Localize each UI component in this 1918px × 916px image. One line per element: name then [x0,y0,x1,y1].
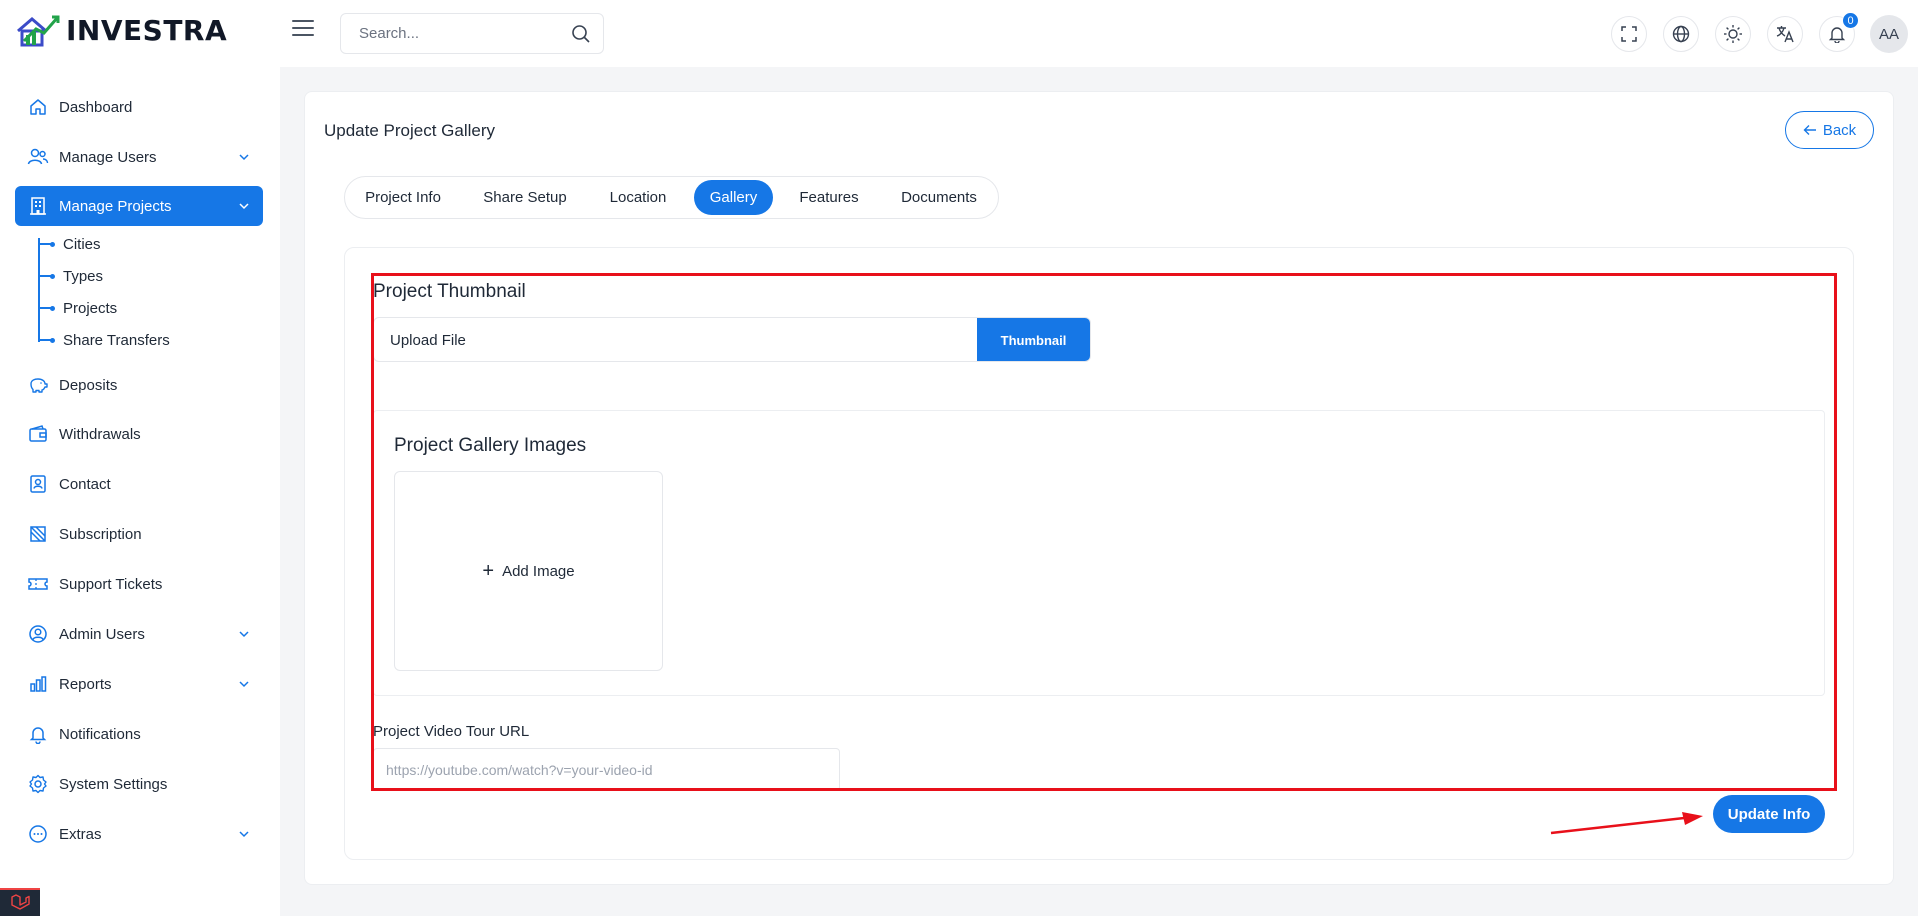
sidebar-item-label: Support Tickets [59,575,163,593]
back-button-label: Back [1822,121,1857,139]
sidebar-item-label: Reports [59,675,112,693]
user-avatar[interactable]: AA [1870,15,1908,53]
tab-features[interactable]: Features [787,180,871,215]
sidebar-item-dashboard[interactable]: Dashboard [15,87,263,127]
gallery-section-title: Project Gallery Images [394,435,587,456]
sidebar-item-label: Notifications [59,725,141,743]
sidebar-item-contact[interactable]: Contact [15,464,263,504]
add-image-button[interactable]: + Add Image [394,471,663,671]
search-box [340,13,604,54]
translate-button[interactable] [1767,16,1803,52]
thumbnail-section-title: Project Thumbnail [373,281,526,302]
sidebar-item-label: Manage Users [59,148,157,166]
sun-icon [1724,25,1742,43]
sidebar-subitem-types[interactable]: Types [38,266,103,286]
add-image-label: Add Image [502,562,575,580]
sidebar-item-reports[interactable]: Reports [15,664,263,704]
sidebar-subitem-share-transfers[interactable]: Share Transfers [38,330,170,350]
sidebar-item-label: System Settings [59,775,168,793]
tab-documents[interactable]: Documents [887,180,991,215]
fullscreen-button[interactable] [1611,16,1647,52]
home-icon [27,96,49,118]
sidebar-item-manage-projects[interactable]: Manage Projects [15,186,263,226]
sidebar-item-extras[interactable]: Extras [15,814,263,854]
piggy-bank-icon [27,374,49,396]
chevron-down-icon [239,831,249,838]
sidebar-item-notifications[interactable]: Notifications [15,714,263,754]
brand-name: INVESTRA [66,14,228,47]
tab-gallery[interactable]: Gallery [694,180,773,215]
sidebar-item-manage-users[interactable]: Manage Users [15,137,263,177]
sidebar-item-withdrawals[interactable]: Withdrawals [15,414,263,454]
theme-toggle-button[interactable] [1715,16,1751,52]
sidebar-subitem-label: Types [63,267,104,285]
bell-icon [27,723,49,745]
subscription-icon [27,523,49,545]
thumbnail-upload-button[interactable]: Thumbnail [977,318,1090,361]
brand-logo[interactable]: INVESTRA [16,14,227,47]
top-header: INVESTRA Search... 0 AA [0,0,1918,67]
update-info-button[interactable]: Update Info [1713,795,1825,833]
page-title: Update Project Gallery [324,121,496,140]
sidebar-item-label: Deposits [59,376,118,394]
gear-icon [27,773,49,795]
ticket-icon [27,573,49,595]
sidebar-subitem-label: Cities [63,235,101,253]
video-url-input[interactable] [373,748,840,791]
tab-share-setup[interactable]: Share Setup [469,180,581,215]
chevron-down-icon [239,681,249,688]
sidebar-item-label: Contact [59,475,111,493]
video-url-label: Project Video Tour URL [373,723,530,740]
sidebar-item-label: Extras [59,825,102,843]
arrow-left-icon [1803,125,1816,135]
debugbar-toggle[interactable] [0,888,40,916]
sidebar-item-label: Manage Projects [59,197,172,215]
annotation-arrow-icon [1550,812,1703,835]
laravel-icon [11,894,30,910]
chevron-down-icon [239,631,249,638]
globe-icon [1672,25,1690,43]
sidebar-subitem-projects[interactable]: Projects [38,298,117,318]
logo-icon [17,15,60,46]
building-icon [27,195,49,217]
users-icon [27,146,49,168]
plus-icon: + [482,559,495,582]
sidebar-item-label: Withdrawals [59,425,141,443]
sidebar-subitem-label: Projects [63,299,118,317]
admin-user-icon [27,623,49,645]
thumbnail-file-input[interactable]: Upload File Thumbnail [373,317,1091,362]
chart-icon [27,673,49,695]
chevron-down-icon [239,154,249,161]
language-button[interactable] [1663,16,1699,52]
bell-icon [1828,27,1846,43]
sidebar-subitem-label: Share Transfers [63,331,170,349]
notification-count-badge: 0 [1842,12,1859,29]
wallet-icon [27,423,49,445]
contact-icon [27,473,49,495]
sidebar-item-system-settings[interactable]: System Settings [15,764,263,804]
menu-toggle-icon[interactable] [292,20,314,38]
tab-location[interactable]: Location [596,180,680,215]
sidebar-item-support-tickets[interactable]: Support Tickets [15,564,263,604]
tab-project-info[interactable]: Project Info [350,180,456,215]
search-input[interactable] [359,25,559,42]
sidebar-item-admin-users[interactable]: Admin Users [15,614,263,654]
sidebar-item-subscription[interactable]: Subscription [15,514,263,554]
sidebar-item-label: Dashboard [59,98,133,116]
translate-icon [1776,26,1794,43]
sidebar-item-label: Admin Users [59,625,145,643]
fullscreen-icon [1621,26,1637,42]
chevron-down-icon [239,203,249,210]
sidebar-item-label: Subscription [59,525,142,543]
more-icon [27,823,49,845]
sidebar-subitem-cities[interactable]: Cities [38,234,101,254]
sidebar-item-deposits[interactable]: Deposits [15,365,263,405]
back-button[interactable]: Back [1785,111,1874,149]
search-icon[interactable] [571,24,591,44]
upload-file-text: Upload File [390,332,466,349]
